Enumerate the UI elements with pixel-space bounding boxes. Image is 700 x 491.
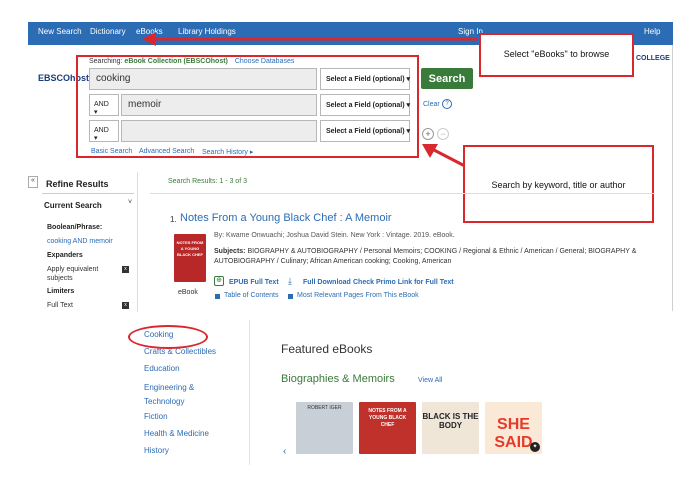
nav-dictionary[interactable]: Dictionary xyxy=(90,27,126,36)
book-badge-icon: ✦ xyxy=(530,442,540,452)
result-subjects: Subjects: BIOGRAPHY & AUTOBIOGRAPHY / Pe… xyxy=(214,248,637,265)
field-select-3[interactable]: Select a Field (optional) ▾ xyxy=(320,120,410,142)
featured-book-3[interactable]: BLACK IS THE BODY xyxy=(422,402,479,454)
search-input-3[interactable] xyxy=(121,120,317,142)
basic-search-link[interactable]: Basic Search xyxy=(91,148,132,155)
chevron-down-icon[interactable]: ˅ xyxy=(128,199,132,206)
choose-databases-link[interactable]: Choose Databases xyxy=(235,58,295,65)
search-history-link[interactable]: Search History ▸ xyxy=(202,148,253,156)
clear-link[interactable]: Clear xyxy=(423,101,440,108)
current-search-heading[interactable]: Current Search xyxy=(44,201,102,210)
searching-line: Searching: eBook Collection (EBSCOhost) … xyxy=(89,58,295,65)
limiter-item: Full Text xyxy=(47,302,73,309)
section-heading: Biographies & Memoirs xyxy=(281,373,395,385)
cooking-highlight xyxy=(128,325,208,349)
nav-help[interactable]: Help xyxy=(644,27,660,36)
collapse-sidebar-icon[interactable]: « xyxy=(28,176,38,188)
collection-name: eBook Collection (EBSCOhost) xyxy=(124,58,228,65)
epub-icon: ⊕ xyxy=(214,276,224,286)
results-count: Search Results: 1 - 3 of 3 xyxy=(168,178,247,185)
nav-new-search[interactable]: New Search xyxy=(38,27,82,36)
view-all-link[interactable]: View All xyxy=(418,377,442,384)
result-title[interactable]: Notes From a Young Black Chef : A Memoir xyxy=(180,212,392,224)
bool-select-3[interactable]: AND ▾ xyxy=(89,120,119,142)
download-icon: ⤓ xyxy=(288,276,292,286)
category-engineering[interactable]: Engineering & Technology xyxy=(144,381,224,409)
primo-link[interactable]: Check Primo Link for Full Text xyxy=(353,279,454,286)
remove-limiter-icon[interactable]: x xyxy=(122,302,129,309)
category-health[interactable]: Health & Medicine xyxy=(144,429,209,438)
result-format: eBook xyxy=(178,289,198,296)
featured-book-1[interactable]: ROBERT IGER xyxy=(296,402,353,454)
college-label: COLLEGE xyxy=(636,55,670,62)
refine-results-heading: Refine Results xyxy=(46,179,109,189)
full-download-link[interactable]: Full Download xyxy=(303,279,351,286)
search-input-2[interactable]: memoir xyxy=(121,94,317,116)
boolean-label: Boolean/Phrase: xyxy=(47,224,103,231)
search-button[interactable]: Search xyxy=(421,68,473,89)
field-select-1[interactable]: Select a Field (optional) ▾ xyxy=(320,68,410,90)
limiters-heading: Limiters xyxy=(47,288,75,295)
remove-row-icon[interactable]: − xyxy=(437,128,449,140)
category-education[interactable]: Education xyxy=(144,364,180,373)
divider xyxy=(42,193,134,194)
epub-link[interactable]: EPUB Full Text xyxy=(229,279,279,286)
expander-item: Apply equivalent subjects xyxy=(47,266,99,282)
result-cover[interactable]: NOTES FROM A YOUNG BLACK CHEF xyxy=(174,234,206,282)
remove-expander-icon[interactable]: x xyxy=(122,266,129,273)
results-divider xyxy=(150,193,655,194)
bool-select-2[interactable]: AND ▾ xyxy=(89,94,119,116)
callout-keyword: Search by keyword, title or author xyxy=(463,145,654,223)
toc-icon xyxy=(215,294,220,299)
result-byline: By: Kwame Onwuachi; Joshua David Stein. … xyxy=(214,232,455,239)
carousel-prev-icon[interactable]: ‹ xyxy=(283,446,286,457)
help-icon[interactable]: ? xyxy=(442,99,452,109)
featured-book-2[interactable]: NOTES FROM A YOUNG BLACK CHEF xyxy=(359,402,416,454)
featured-heading: Featured eBooks xyxy=(281,342,373,356)
relevant-icon xyxy=(288,294,293,299)
expanders-heading: Expanders xyxy=(47,252,83,259)
search-input-1[interactable]: cooking xyxy=(89,68,317,90)
boolean-value[interactable]: cooking AND memoir xyxy=(47,238,113,245)
relevant-pages-link[interactable]: Most Relevant Pages From This eBook xyxy=(297,292,419,299)
advanced-search-link[interactable]: Advanced Search xyxy=(139,148,194,155)
category-history[interactable]: History xyxy=(144,446,169,455)
add-row-icon[interactable]: + xyxy=(422,128,434,140)
field-select-2[interactable]: Select a Field (optional) ▾ xyxy=(320,94,410,116)
table-of-contents-link[interactable]: Table of Contents xyxy=(224,292,278,299)
category-fiction[interactable]: Fiction xyxy=(144,412,168,421)
result-number: 1. xyxy=(170,215,177,224)
